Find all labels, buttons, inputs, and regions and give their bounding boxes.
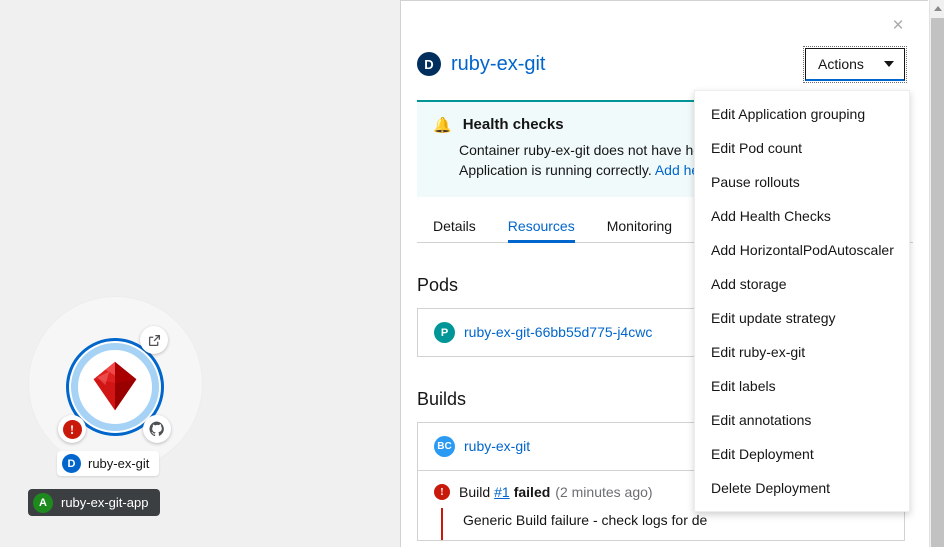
alert-title: Health checks	[463, 116, 564, 133]
menu-item-delete-deployment[interactable]: Delete Deployment	[695, 471, 909, 505]
tab-details[interactable]: Details	[417, 209, 492, 242]
menu-item-pause-rollouts[interactable]: Pause rollouts	[695, 165, 909, 199]
menu-item-edit-application-grouping[interactable]: Edit Application grouping	[695, 97, 909, 131]
scroll-up-arrow[interactable]	[930, 0, 944, 16]
error-status-icon: !	[434, 484, 450, 500]
scrollbar-thumb[interactable]	[931, 18, 944, 547]
build-failure-detail: Generic Build failure - check logs for d…	[441, 508, 888, 540]
ruby-logo-icon	[83, 355, 147, 419]
vertical-scrollbar[interactable]	[929, 0, 944, 547]
error-status-icon[interactable]: !	[58, 415, 86, 443]
pod-badge: P	[434, 322, 455, 343]
resource-type-badge: D	[417, 52, 441, 76]
pod-link[interactable]: ruby-ex-git-66bb55d775-j4cwc	[464, 322, 652, 342]
panel-header: D ruby-ex-git Actions	[401, 40, 928, 88]
build-number-link[interactable]: #1	[494, 484, 510, 500]
build-prefix: Build	[459, 484, 490, 500]
menu-item-edit-labels[interactable]: Edit labels	[695, 369, 909, 403]
chevron-down-icon	[884, 61, 894, 67]
menu-item-edit-deployment[interactable]: Edit Deployment	[695, 437, 909, 471]
page-title[interactable]: ruby-ex-git	[451, 53, 545, 76]
app-root: ! D ruby-ex-git A ruby-ex-git-app × D ru…	[0, 0, 944, 547]
topology-canvas[interactable]: ! D ruby-ex-git A ruby-ex-git-app	[0, 0, 400, 547]
actions-dropdown-menu[interactable]: Edit Application grouping Edit Pod count…	[694, 90, 910, 512]
group-badge: A	[33, 493, 53, 513]
tab-resources[interactable]: Resources	[492, 209, 591, 242]
menu-item-edit-annotations[interactable]: Edit annotations	[695, 403, 909, 437]
external-link-icon[interactable]	[140, 326, 168, 354]
menu-item-edit-pod-count[interactable]: Edit Pod count	[695, 131, 909, 165]
menu-item-add-health-checks[interactable]: Add Health Checks	[695, 199, 909, 233]
group-name: ruby-ex-git-app	[61, 495, 148, 510]
build-state: failed	[514, 484, 551, 500]
close-icon[interactable]: ×	[887, 15, 909, 37]
menu-item-edit-ruby-ex-git[interactable]: Edit ruby-ex-git	[695, 335, 909, 369]
actions-dropdown-wrap: Actions	[805, 48, 905, 81]
chevron-up-icon	[934, 6, 942, 11]
node-label[interactable]: D ruby-ex-git	[57, 451, 159, 476]
build-timestamp: (2 minutes ago)	[555, 484, 652, 500]
actions-button[interactable]: Actions	[805, 48, 905, 81]
tab-monitoring[interactable]: Monitoring	[591, 209, 688, 242]
menu-item-add-horizontalpodautoscaler[interactable]: Add HorizontalPodAutoscaler	[695, 233, 909, 267]
menu-item-edit-update-strategy[interactable]: Edit update strategy	[695, 301, 909, 335]
node-badge: D	[62, 454, 81, 473]
buildconfig-link[interactable]: ruby-ex-git	[464, 436, 530, 456]
error-badge: !	[63, 420, 82, 439]
panel-top-divider	[401, 0, 928, 1]
application-group-label[interactable]: A ruby-ex-git-app	[28, 489, 160, 516]
bell-icon: 🔔	[433, 118, 452, 133]
alert-line-2-text: Application is running correctly.	[459, 162, 655, 178]
actions-button-label: Actions	[818, 56, 864, 72]
node-name: ruby-ex-git	[88, 456, 149, 471]
github-icon[interactable]	[143, 415, 171, 443]
buildconfig-badge: BC	[434, 436, 455, 457]
menu-item-add-storage[interactable]: Add storage	[695, 267, 909, 301]
